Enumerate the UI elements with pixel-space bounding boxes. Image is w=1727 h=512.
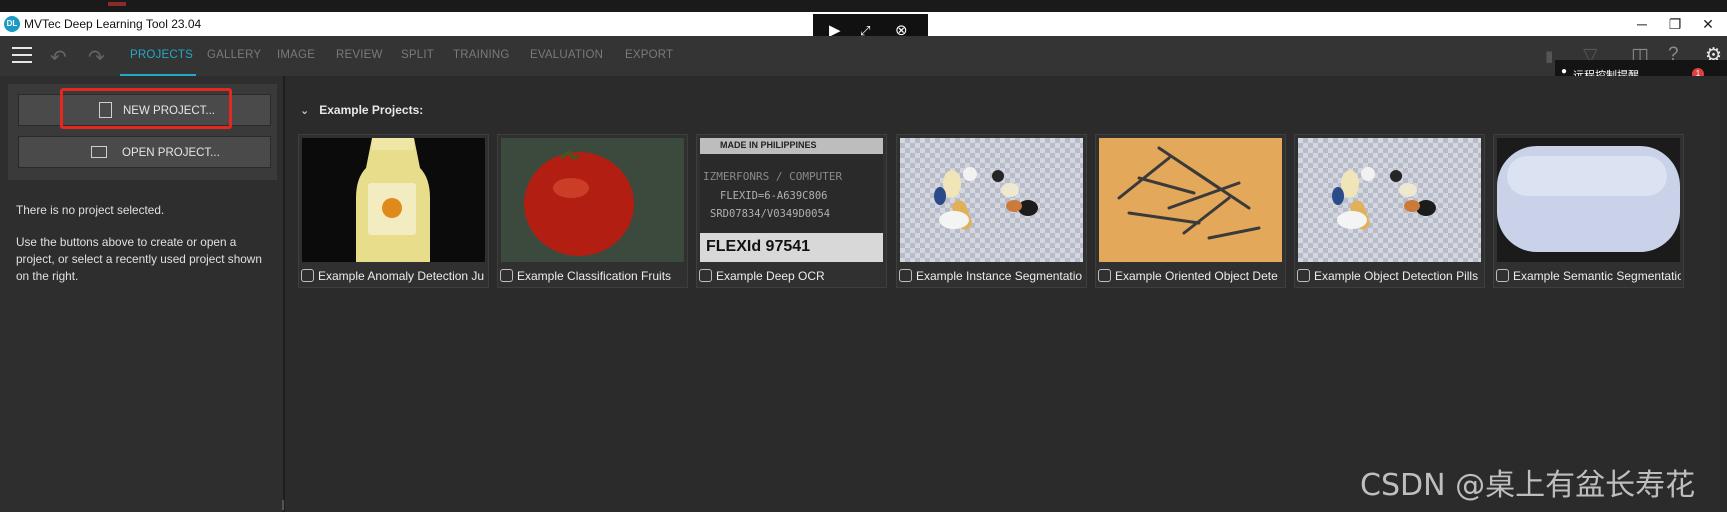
section-title: Example Projects: [319,103,424,117]
thumbnail [900,138,1083,262]
close-window-button[interactable]: ✕ [1693,14,1723,34]
thumbnail [1099,138,1282,262]
tab-fragment [108,2,126,6]
juice-bottle-image [302,138,485,262]
ocr-line-2: IZMERFONRS / COMPUTER [703,170,843,183]
menu-icon[interactable] [12,47,32,63]
oriented-label: Example Oriented Object Dete [1115,269,1278,283]
project-tile-object-detection[interactable]: Example Object Detection Pills [1294,134,1485,288]
example-projects-header[interactable]: ⌄ Example Projects: [300,103,423,117]
classification-label: Example Classification Fruits [517,269,672,283]
minimize-button[interactable]: ─ [1627,14,1657,34]
project-label: Example Semantic Segmentatio [1496,267,1681,285]
main-toolbar: ↶ ↷ PROJECTS GALLERY IMAGE REVIEW SPLIT … [0,36,1727,76]
thumbnail: MADE IN PHILIPPINES IZMERFONRS / COMPUTE… [700,138,883,262]
tab-gallery[interactable]: GALLERY [207,49,261,61]
tomato-image [501,138,684,262]
ocr-label: Example Deep OCR [716,269,825,283]
project-tile-oriented-detection[interactable]: Example Oriented Object Dete [1095,134,1286,288]
project-label: Example Classification Fruits [500,267,685,285]
tab-training[interactable]: TRAINING [453,49,510,61]
no-project-text: There is no project selected. [16,203,165,217]
project-tile-classification[interactable]: Example Classification Fruits [497,134,688,288]
ocr-line-4: SRD07834/V0349D0054 [710,208,831,220]
undo-icon[interactable]: ↶ [50,45,67,70]
folder-icon [91,146,107,158]
redo-icon[interactable]: ↷ [88,45,105,70]
anomaly-label: Example Anomaly Detection Ju [318,269,485,283]
semantic-label: Example Semantic Segmentatio [1513,269,1681,283]
semantic-seg-icon [1496,269,1509,282]
pills-detection-image [1298,138,1481,262]
thumbnail [1298,138,1481,262]
open-project-label: OPEN PROJECT... [122,147,220,159]
project-sidebar: NEW PROJECT... OPEN PROJECT... There is … [0,76,285,512]
open-project-button[interactable]: OPEN PROJECT... [18,136,271,168]
project-tile-semantic-segmentation[interactable]: Example Semantic Segmentatio [1493,134,1684,288]
project-tile-instance-segmentation[interactable]: Example Instance Segmentatio [896,134,1087,288]
pills-image [900,138,1083,262]
project-hint-text: Use the buttons above to create or open … [16,235,262,283]
top-strip [0,0,1727,12]
project-label: Example Object Detection Pills [1297,267,1482,285]
ocr-line-3: FLEXID=6-A639C806 [720,190,828,202]
maximize-button[interactable]: ❐ [1660,14,1690,34]
thumbnail [501,138,684,262]
tab-image[interactable]: IMAGE [277,49,315,61]
tab-review[interactable]: REVIEW [336,49,383,61]
tab-export[interactable]: EXPORT [625,49,673,61]
detection-label: Example Object Detection Pills [1314,269,1479,283]
instance-label: Example Instance Segmentatio [916,269,1083,283]
screws-image [1099,138,1282,262]
watermark: CSDN @桌上有盆长寿花 [1360,468,1696,503]
ocr-line-5: FLEXId 97541 [706,238,811,255]
tab-split[interactable]: SPLIT [401,49,434,61]
app-logo: DL [4,16,20,32]
highlight-box [60,88,232,129]
ocr-line-1: MADE IN PHILIPPINES [720,140,817,150]
instance-seg-icon [899,269,912,282]
thumbnail [302,138,485,262]
project-tile-anomaly[interactable]: Example Anomaly Detection Ju [298,134,489,288]
anomaly-icon [301,269,314,282]
oriented-detection-icon [1098,269,1111,282]
object-detection-icon [1297,269,1310,282]
project-label: Example Anomaly Detection Ju [301,267,486,285]
project-label: Example Oriented Object Dete [1098,267,1283,285]
sidebar-scrollbar[interactable] [282,500,284,510]
classification-icon [500,269,513,282]
window-title: MVTec Deep Learning Tool 23.04 [24,17,202,31]
project-label: Example Instance Segmentatio [899,267,1084,285]
tab-projects[interactable]: PROJECTS [130,49,193,61]
project-label: Example Deep OCR [699,267,884,285]
chart-icon[interactable]: ▮ [1545,47,1553,65]
thumbnail [1497,138,1680,262]
tab-evaluation[interactable]: EVALUATION [530,49,603,61]
ocr-icon [699,269,712,282]
project-tile-ocr[interactable]: MADE IN PHILIPPINES IZMERFONRS / COMPUTE… [696,134,887,288]
pill-closeup-image [1497,138,1680,262]
chevron-down-icon: ⌄ [300,105,310,117]
